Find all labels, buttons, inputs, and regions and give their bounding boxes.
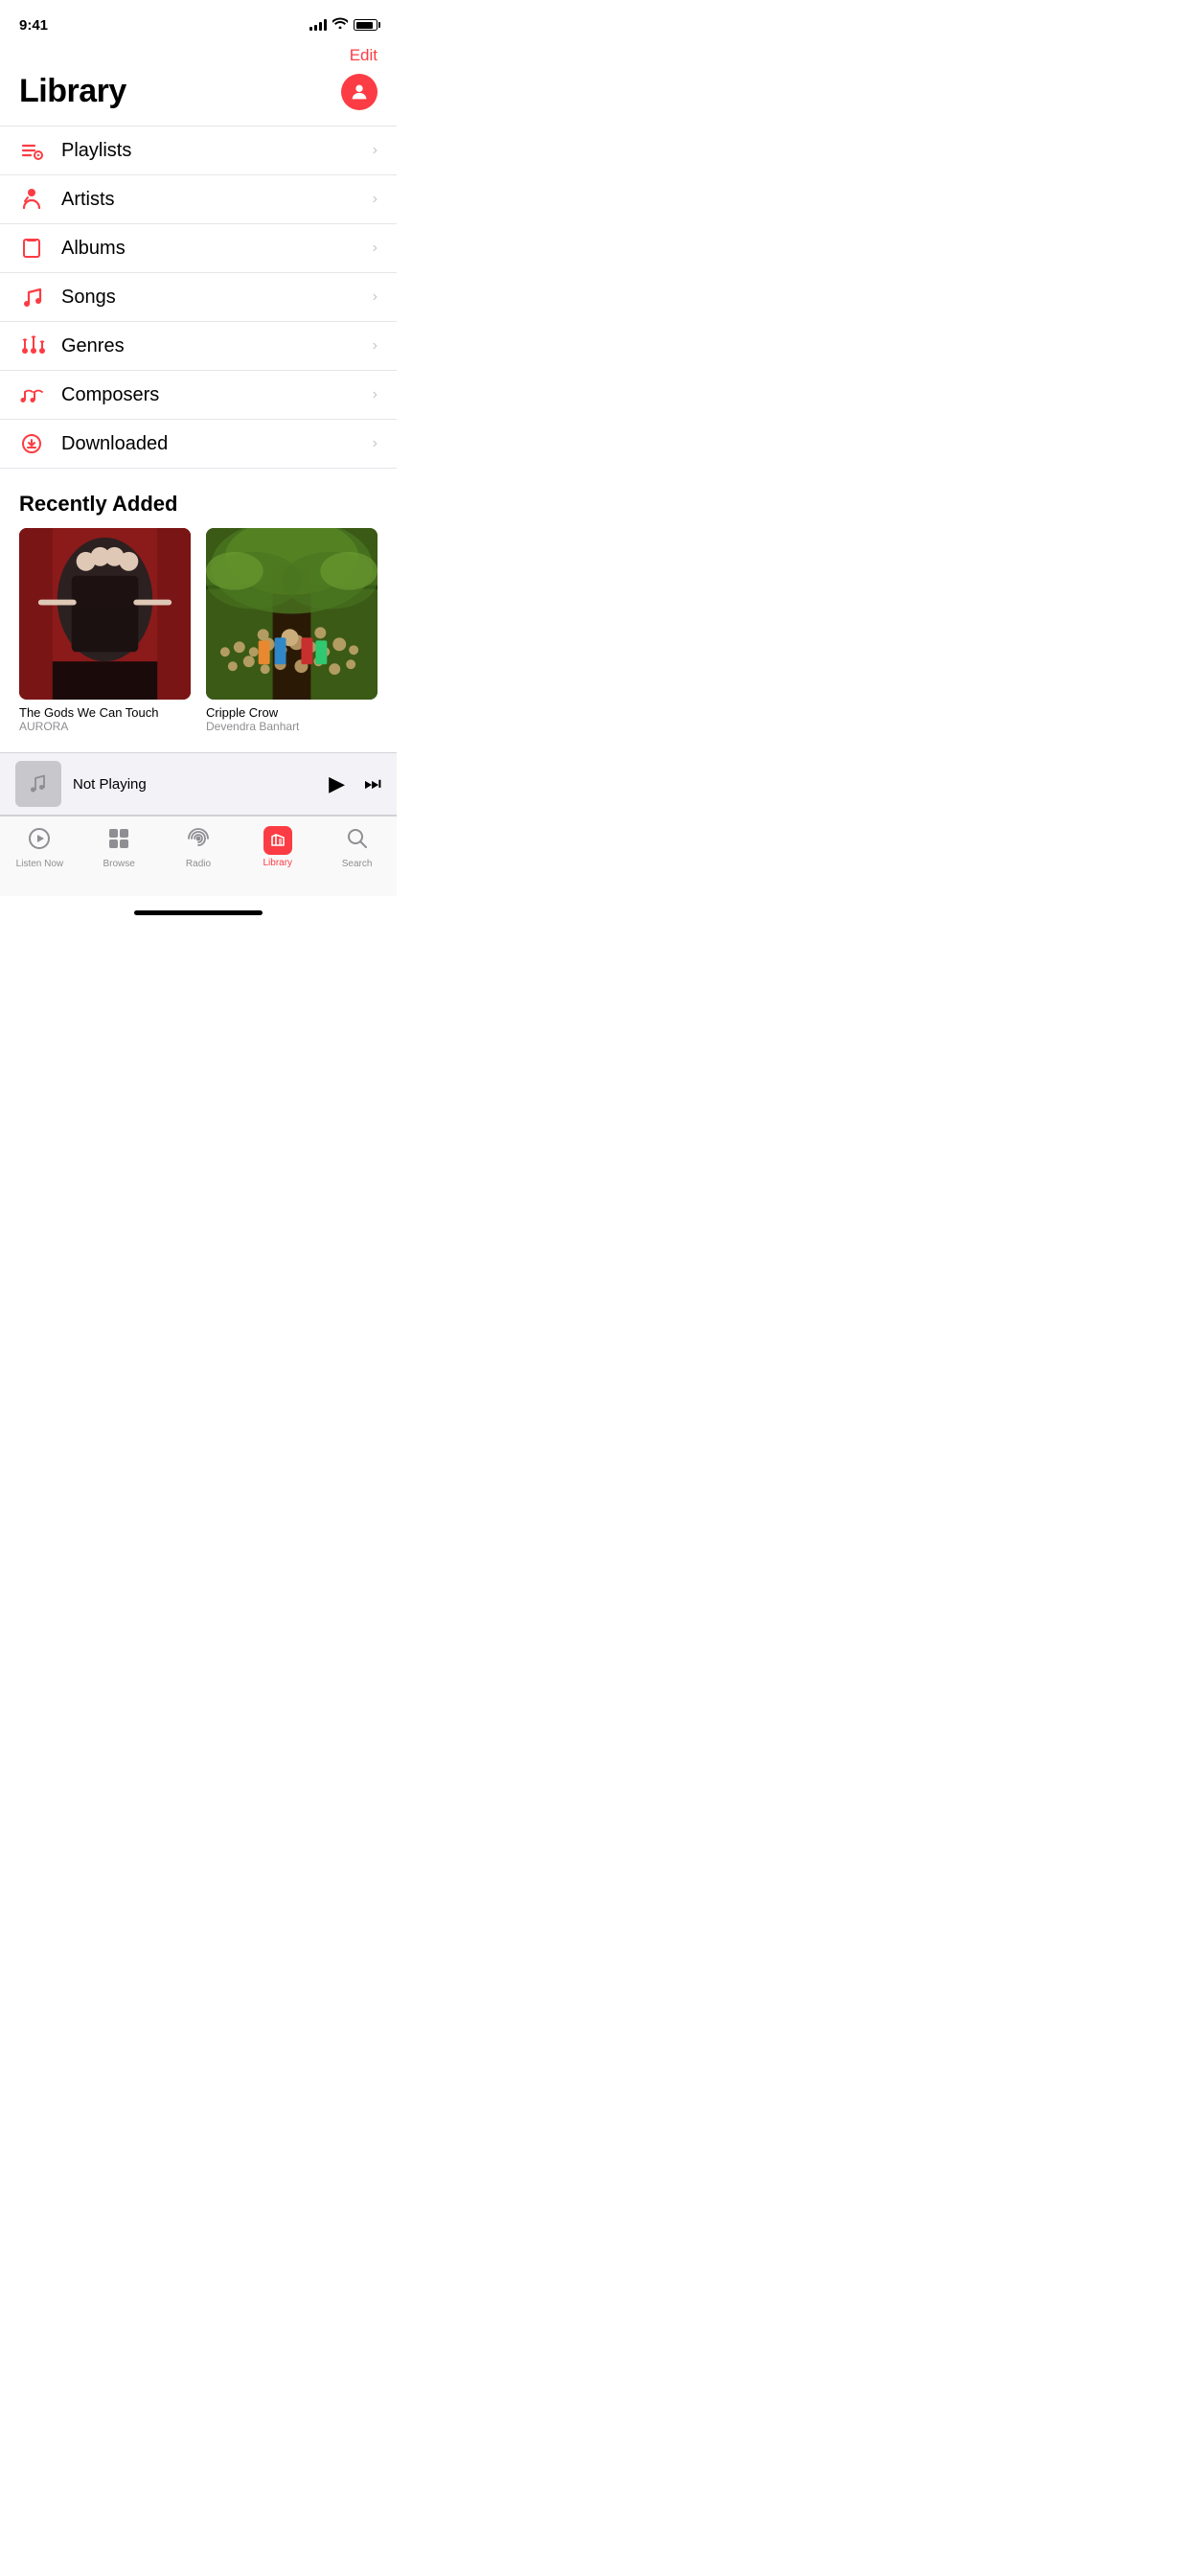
songs-label: Songs [61,287,373,309]
albums-label: Albums [61,238,373,260]
album-icon [19,236,54,261]
albums-grid: The Gods We Can Touch AURORA [0,528,397,752]
signal-bars-icon [309,19,327,31]
status-icons [309,16,378,34]
menu-item-albums[interactable]: Albums › [0,224,397,273]
menu-item-playlists[interactable]: Playlists › [0,126,397,175]
tab-bar: Listen Now Browse Radio [0,816,397,896]
search-icon [345,826,370,856]
user-avatar[interactable] [341,74,378,110]
page-title: Library [19,73,126,110]
playlists-chevron: › [373,142,378,159]
genres-label: Genres [61,335,373,357]
genres-chevron: › [373,337,378,355]
song-icon [19,285,54,310]
mini-player[interactable]: Not Playing ▶ ⏭ [0,752,397,816]
album-cover-devendra [206,528,378,700]
downloaded-chevron: › [373,435,378,452]
edit-button[interactable]: Edit [350,46,378,65]
playlists-label: Playlists [61,140,373,162]
downloaded-label: Downloaded [61,433,373,455]
mini-player-thumb [15,761,61,807]
artists-label: Artists [61,189,373,211]
album-item-devendra[interactable]: Cripple Crow Devendra Banhart [206,528,378,733]
status-bar: 9:41 [0,0,397,42]
devendra-album-name: Cripple Crow [206,705,378,720]
songs-chevron: › [373,288,378,306]
menu-item-downloaded[interactable]: Downloaded › [0,420,397,469]
menu-item-genres[interactable]: Genres › [0,322,397,371]
mini-player-play-button[interactable]: ▶ [329,771,345,796]
aurora-album-name: The Gods We Can Touch [19,705,191,720]
album-cover-aurora [19,528,191,700]
mini-player-controls: ▶ ⏭ [329,771,381,796]
playlist-icon [19,138,54,163]
home-bar [134,910,263,915]
library-label: Library [263,858,292,868]
menu-item-songs[interactable]: Songs › [0,273,397,322]
aurora-artist-name: AURORA [19,720,191,733]
tab-library[interactable]: Library [249,826,307,868]
tab-browse[interactable]: Browse [90,826,148,869]
artists-chevron: › [373,191,378,208]
artist-icon [19,187,54,212]
menu-item-composers[interactable]: Composers › [0,371,397,420]
wifi-icon [332,16,348,34]
albums-chevron: › [373,240,378,257]
genre-icon [19,334,54,358]
library-icon [263,826,292,855]
composer-icon [19,382,54,407]
album-item-aurora[interactable]: The Gods We Can Touch AURORA [19,528,191,733]
download-icon [19,431,54,456]
browse-label: Browse [103,859,135,869]
home-indicator [0,896,397,929]
battery-icon [354,19,378,31]
recently-added-section: Recently Added [0,469,397,752]
tab-listen-now[interactable]: Listen Now [11,826,68,869]
tab-radio[interactable]: Radio [170,826,227,869]
mini-player-skip-button[interactable]: ⏭ [364,773,381,795]
listen-now-label: Listen Now [16,859,63,869]
title-row: Library [0,65,397,126]
status-time: 9:41 [19,17,48,34]
tab-search[interactable]: Search [329,826,386,869]
radio-label: Radio [186,859,211,869]
devendra-artist-name: Devendra Banhart [206,720,378,733]
recently-added-title: Recently Added [0,469,397,528]
listen-now-icon [27,826,52,856]
composers-chevron: › [373,386,378,403]
library-menu: Playlists › Artists › Albums › [0,126,397,469]
composers-label: Composers [61,384,373,406]
search-label: Search [342,859,373,869]
browse-icon [106,826,131,856]
header: Edit [0,42,397,65]
radio-icon [186,826,211,856]
menu-item-artists[interactable]: Artists › [0,175,397,224]
mini-player-title: Not Playing [73,776,329,793]
